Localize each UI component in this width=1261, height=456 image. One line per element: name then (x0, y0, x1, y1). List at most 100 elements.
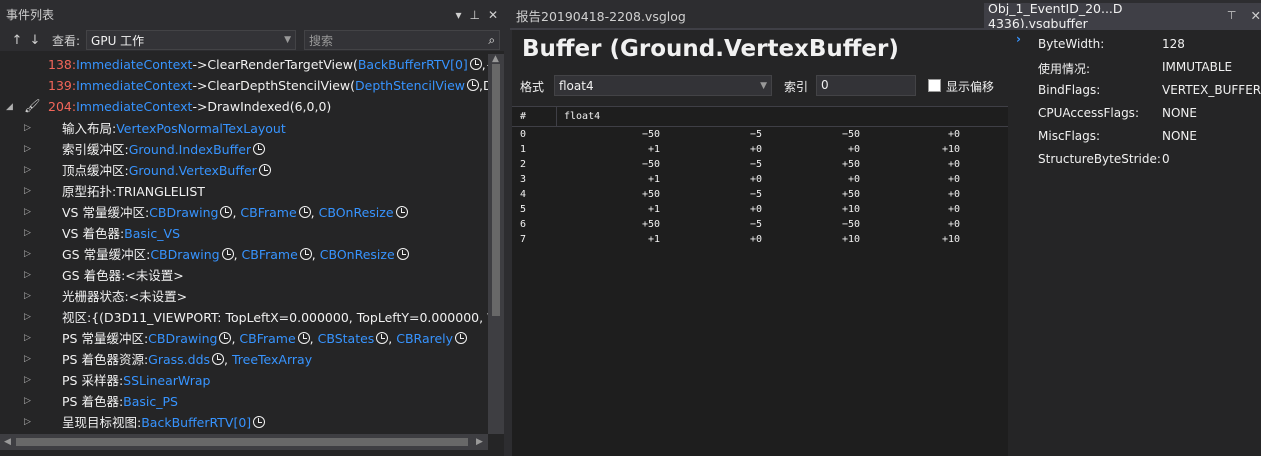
history-icon[interactable] (253, 416, 266, 428)
object-link[interactable]: ImmediateContext (76, 99, 192, 114)
history-icon[interactable] (298, 206, 311, 218)
close-icon[interactable]: ✕ (1251, 8, 1261, 23)
tree-row[interactable]: ▷ GS 着色器:<未设置> (0, 264, 486, 285)
search-input[interactable]: 搜索 ⌕ (304, 30, 501, 50)
object-link[interactable]: CBOnResize (319, 205, 394, 220)
tree-row[interactable]: 138:ImmediateContext->ClearRenderTargetV… (0, 54, 488, 75)
history-icon[interactable] (376, 332, 389, 344)
scroll-left-icon[interactable]: ◀ (4, 437, 11, 447)
history-icon[interactable] (455, 332, 468, 344)
object-link[interactable]: CBDrawing (150, 247, 219, 262)
history-icon[interactable] (396, 248, 409, 260)
tab-vsgbuffer[interactable]: Obj_1_EventID_20...D 4336).vsgbuffer ⊤ ✕ (984, 1, 1261, 31)
tab-vsglog[interactable]: 报告20190418-2208.vsglog (516, 6, 686, 25)
history-icon[interactable] (253, 143, 266, 155)
expand-icon[interactable]: ▷ (24, 228, 31, 238)
object-link[interactable]: CBDrawing (149, 205, 218, 220)
expand-icon[interactable]: ▷ (24, 144, 31, 154)
expand-icon[interactable]: ▷ (24, 165, 31, 175)
view-select[interactable]: GPU 工作 ▼ (86, 30, 297, 50)
history-icon[interactable] (221, 248, 234, 260)
tree-row[interactable]: ▷ 输入布局:VertexPosNormalTexLayout (0, 117, 486, 138)
history-icon[interactable] (467, 79, 480, 91)
object-link[interactable]: CBFrame (242, 247, 298, 262)
object-link[interactable]: ImmediateContext (76, 57, 192, 72)
dropdown-icon[interactable]: ▾ (455, 8, 461, 22)
object-link[interactable]: VertexPosNormalTexLayout (116, 121, 286, 136)
horizontal-scrollbar[interactable]: ◀ ▶ (0, 434, 488, 450)
tree-row[interactable]: ▷ 顶点缓冲区:Ground.VertexBuffer (0, 159, 486, 180)
object-link[interactable]: DepthStencilView (355, 78, 465, 93)
expand-icon[interactable]: ▷ (24, 417, 31, 427)
chevron-right-icon[interactable]: › (1016, 32, 1021, 46)
tree-row[interactable]: ▷ PS 着色器资源:Grass.dds, TreeTexArray (0, 348, 486, 369)
history-icon[interactable] (219, 332, 232, 344)
tree-row[interactable]: ▷ PS 常量缓冲区:CBDrawing, CBFrame, CBStates, … (0, 327, 486, 348)
scroll-right-icon[interactable]: ▶ (476, 437, 483, 447)
tree-row[interactable]: 139:ImmediateContext->ClearDepthStencilV… (0, 75, 488, 96)
object-link[interactable]: BackBufferRTV[0] (358, 57, 468, 72)
object-link[interactable]: CBOnResize (320, 247, 395, 262)
show-offset-checkbox[interactable] (928, 79, 941, 92)
expand-icon[interactable]: ▷ (24, 123, 31, 133)
expand-icon[interactable]: ▷ (24, 354, 31, 364)
index-input[interactable]: 0 (816, 75, 916, 96)
arrow-down-icon[interactable]: ↓ (26, 33, 44, 48)
object-link[interactable]: Ground.VertexBuffer (129, 163, 257, 178)
object-link[interactable]: CBFrame (240, 205, 296, 220)
property-key: CPUAccessFlags: (1038, 106, 1139, 120)
history-icon[interactable] (395, 206, 408, 218)
tree-row[interactable]: ▷ VS 着色器:Basic_VS (0, 222, 486, 243)
expand-icon[interactable]: ▷ (24, 207, 31, 217)
tree-row[interactable]: ▷ 呈现目标视图:BackBufferRTV[0] (0, 411, 486, 432)
expand-icon[interactable]: ▷ (24, 249, 31, 259)
tree-row-text: PS 着色器资源:Grass.dds, TreeTexArray (62, 349, 312, 368)
object-link[interactable]: Basic_VS (124, 226, 180, 241)
tree-row[interactable]: ▷ GS 常量缓冲区:CBDrawing, CBFrame, CBOnResize (0, 243, 486, 264)
expand-icon[interactable]: ▷ (24, 291, 31, 301)
object-link[interactable]: TreeTexArray (232, 352, 312, 367)
history-icon[interactable] (220, 206, 233, 218)
tree-row[interactable]: ▷ 视区:{(D3D11_VIEWPORT: TopLeftX=0.000000,… (0, 306, 488, 327)
expand-icon[interactable]: ▷ (24, 186, 31, 196)
scrollbar-thumb[interactable] (492, 64, 500, 316)
expand-icon[interactable]: ▷ (24, 333, 31, 343)
object-link[interactable]: CBStates (318, 331, 375, 346)
arrow-up-icon[interactable]: ↑ (8, 33, 26, 48)
history-icon[interactable] (299, 248, 312, 260)
expand-icon[interactable]: ▷ (24, 375, 31, 385)
scroll-up-icon[interactable]: ▲ (492, 54, 499, 64)
expand-icon[interactable]: ▷ (24, 312, 31, 322)
tree-row[interactable]: ▷ 原型拓扑:TRIANGLELIST (0, 180, 486, 201)
tree-row[interactable]: ▷ 光栅器状态:<未设置> (0, 285, 486, 306)
expand-icon[interactable]: ▷ (24, 396, 31, 406)
scrollbar-thumb[interactable] (16, 438, 468, 446)
tree-row[interactable]: ▷ PS 采样器:SSLinearWrap (0, 369, 486, 390)
history-icon[interactable] (212, 353, 225, 365)
tree-row[interactable]: ▷ VS 常量缓冲区:CBDrawing, CBFrame, CBOnResize (0, 201, 486, 222)
expand-icon[interactable]: ▷ (24, 270, 31, 280)
pin-icon[interactable]: ⊤ (1227, 9, 1237, 22)
object-link[interactable]: SSLinearWrap (123, 373, 210, 388)
pin-icon[interactable]: ⊥ (469, 8, 479, 22)
object-link[interactable]: Grass.dds (148, 352, 210, 367)
vertical-scrollbar[interactable]: ▲ (488, 54, 504, 434)
object-link[interactable]: Basic_PS (123, 394, 178, 409)
history-icon[interactable] (258, 164, 271, 176)
object-link[interactable]: Ground.IndexBuffer (129, 142, 251, 157)
format-select[interactable]: float4 ▼ (554, 75, 772, 96)
history-icon[interactable] (469, 58, 482, 70)
close-icon[interactable]: ✕ (488, 8, 498, 22)
tree-row[interactable]: ◢ 🖌 204:ImmediateContext->DrawIndexed(6,0,… (0, 96, 486, 117)
object-link[interactable]: BackBufferRTV[0] (141, 415, 251, 430)
tree-row[interactable]: ▷ PS 着色器:Basic_PS (0, 390, 486, 411)
tree-row[interactable]: ▷ 索引缓冲区:Ground.IndexBuffer (0, 138, 486, 159)
history-icon[interactable] (297, 332, 310, 344)
format-row: 格式 float4 ▼ 索引 0 显示偏移 (520, 74, 1000, 98)
object-link[interactable]: CBDrawing (148, 331, 217, 346)
object-link[interactable]: CBRarely (396, 331, 453, 346)
search-icon[interactable]: ⌕ (488, 33, 495, 48)
object-link[interactable]: ImmediateContext (76, 78, 192, 93)
object-link[interactable]: CBFrame (239, 331, 295, 346)
collapse-icon[interactable]: ◢ (6, 102, 13, 112)
